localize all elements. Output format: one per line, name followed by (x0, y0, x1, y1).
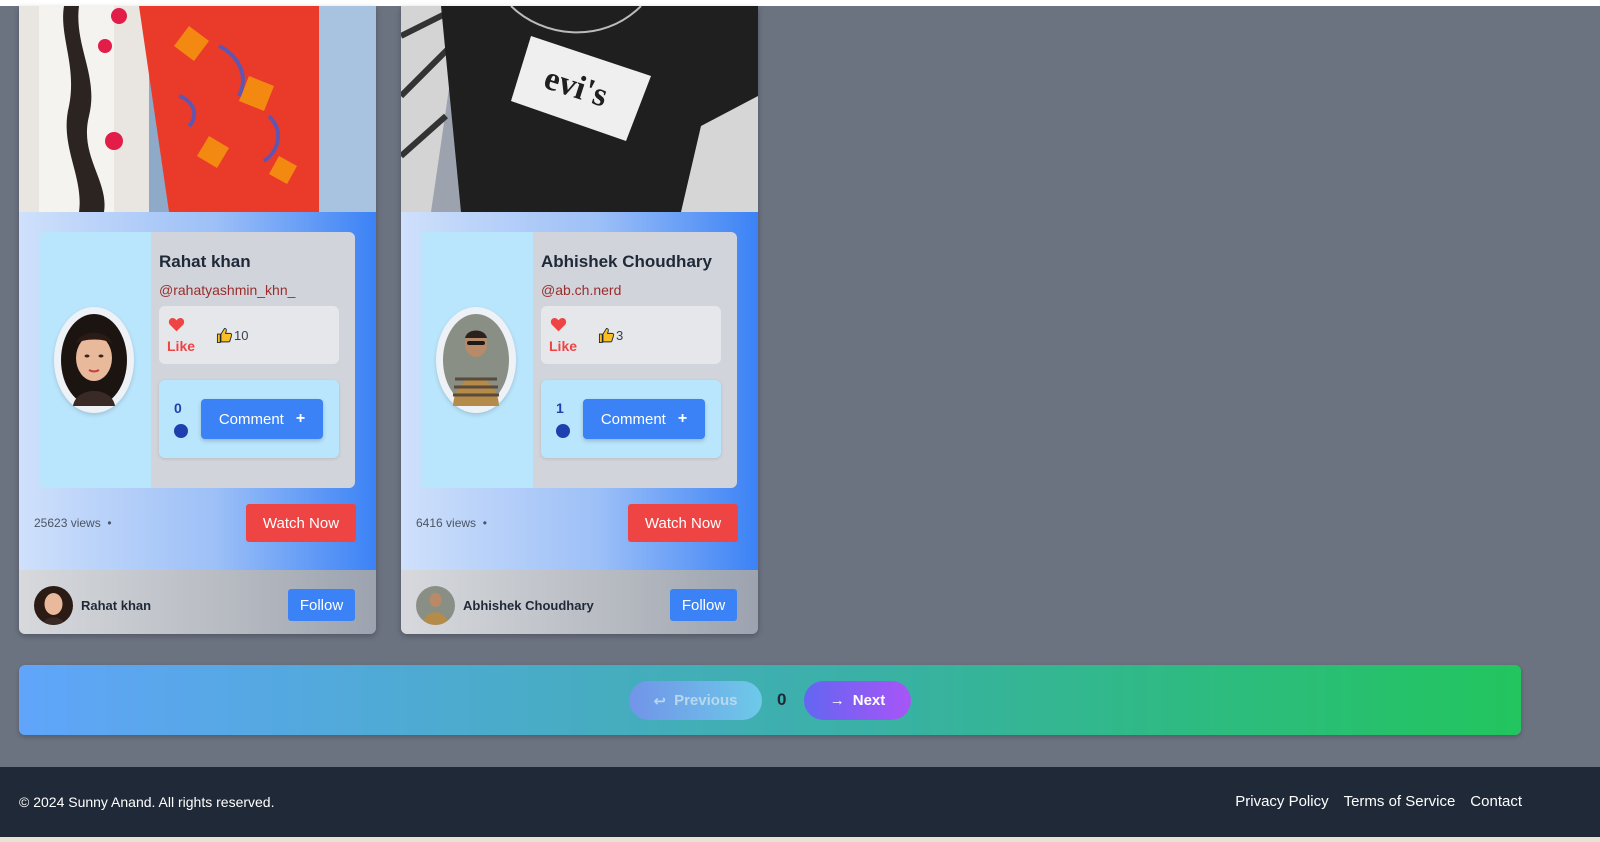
author-avatar[interactable] (416, 586, 455, 625)
next-button[interactable]: → Next (804, 681, 911, 720)
previous-button[interactable]: ↩ Previous (629, 681, 762, 720)
user-handle[interactable]: @ab.ch.nerd (541, 282, 621, 298)
comment-box: 1 Comment + (541, 380, 721, 458)
previous-label: Previous (674, 692, 738, 709)
thumbs-up-icon (598, 327, 615, 344)
plus-icon: + (677, 410, 688, 427)
heart-icon[interactable] (168, 317, 185, 332)
comment-count: 0 (174, 400, 182, 416)
next-label: Next (852, 692, 886, 709)
view-count: 6416 views • (416, 516, 487, 530)
follow-button[interactable]: Follow (288, 589, 355, 621)
view-count: 25623 views • (34, 516, 112, 530)
post-info-panel: Rahat khan @rahatyashmin_khn_ Like 10 0 … (151, 232, 355, 488)
comment-button[interactable]: Comment + (201, 399, 323, 439)
user-name: Abhishek Choudhary (541, 252, 712, 271)
follow-button[interactable]: Follow (670, 589, 737, 621)
terms-of-service-link[interactable]: Terms of Service (1344, 793, 1456, 810)
comment-button[interactable]: Comment + (583, 399, 705, 439)
like-box: Like 10 (159, 306, 339, 364)
user-name: Rahat khan (159, 252, 251, 271)
like-button[interactable]: Like (549, 338, 577, 354)
privacy-policy-link[interactable]: Privacy Policy (1235, 793, 1328, 810)
post-card-body: Rahat khan @rahatyashmin_khn_ Like 10 0 … (19, 212, 376, 570)
like-box: Like 3 (541, 306, 721, 364)
comment-indicator-dot (174, 424, 188, 438)
like-count: 10 (234, 328, 249, 343)
comment-button-label: Comment (600, 410, 666, 428)
watch-now-button[interactable]: Watch Now (246, 504, 356, 542)
arrow-right-icon: → (829, 692, 845, 709)
view-count-label: 25623 views (34, 516, 101, 530)
post-card: Rahat khan @rahatyashmin_khn_ Like 10 0 … (19, 6, 376, 634)
plus-icon: + (295, 410, 306, 427)
contact-link[interactable]: Contact (1470, 793, 1522, 810)
comment-button-label: Comment (218, 410, 284, 428)
post-card: evi's Abhishek Choudhary @ab.ch.nerd Lik… (401, 6, 758, 634)
author-avatar[interactable] (34, 586, 73, 625)
bottom-strip (0, 837, 1600, 842)
author-name[interactable]: Rahat khan (81, 598, 151, 613)
footer-links: Privacy Policy Terms of Service Contact (1235, 793, 1522, 810)
post-card-footer: Abhishek Choudhary Follow (401, 570, 758, 634)
current-page-number: 0 (777, 690, 787, 709)
author-name[interactable]: Abhishek Choudhary (463, 598, 594, 613)
view-count-label: 6416 views (416, 516, 477, 530)
avatar-panel (421, 232, 533, 488)
avatar[interactable] (436, 307, 516, 413)
heart-icon[interactable] (550, 317, 567, 332)
post-card-body: Abhishek Choudhary @ab.ch.nerd Like 3 1 … (401, 212, 758, 570)
avatar[interactable] (54, 307, 134, 413)
post-thumbnail[interactable] (19, 6, 376, 212)
copyright-text: © 2024 Sunny Anand. All rights reserved. (19, 794, 275, 810)
site-footer: © 2024 Sunny Anand. All rights reserved.… (0, 767, 1600, 837)
pagination-bar: ↩ Previous 0 → Next (19, 665, 1521, 735)
like-count: 3 (616, 328, 624, 343)
avatar-panel (39, 232, 151, 488)
thumbs-up-icon (216, 327, 233, 344)
post-info-panel: Abhishek Choudhary @ab.ch.nerd Like 3 1 … (533, 232, 737, 488)
watch-now-button[interactable]: Watch Now (628, 504, 738, 542)
post-card-footer: Rahat khan Follow (19, 570, 376, 634)
user-handle[interactable]: @rahatyashmin_khn_ (159, 282, 295, 298)
post-thumbnail[interactable]: evi's (401, 6, 758, 212)
comment-indicator-dot (556, 424, 570, 438)
comment-count: 1 (556, 400, 564, 416)
arrow-left-icon: ↩ (653, 692, 667, 710)
comment-box: 0 Comment + (159, 380, 339, 458)
like-button[interactable]: Like (167, 338, 195, 354)
